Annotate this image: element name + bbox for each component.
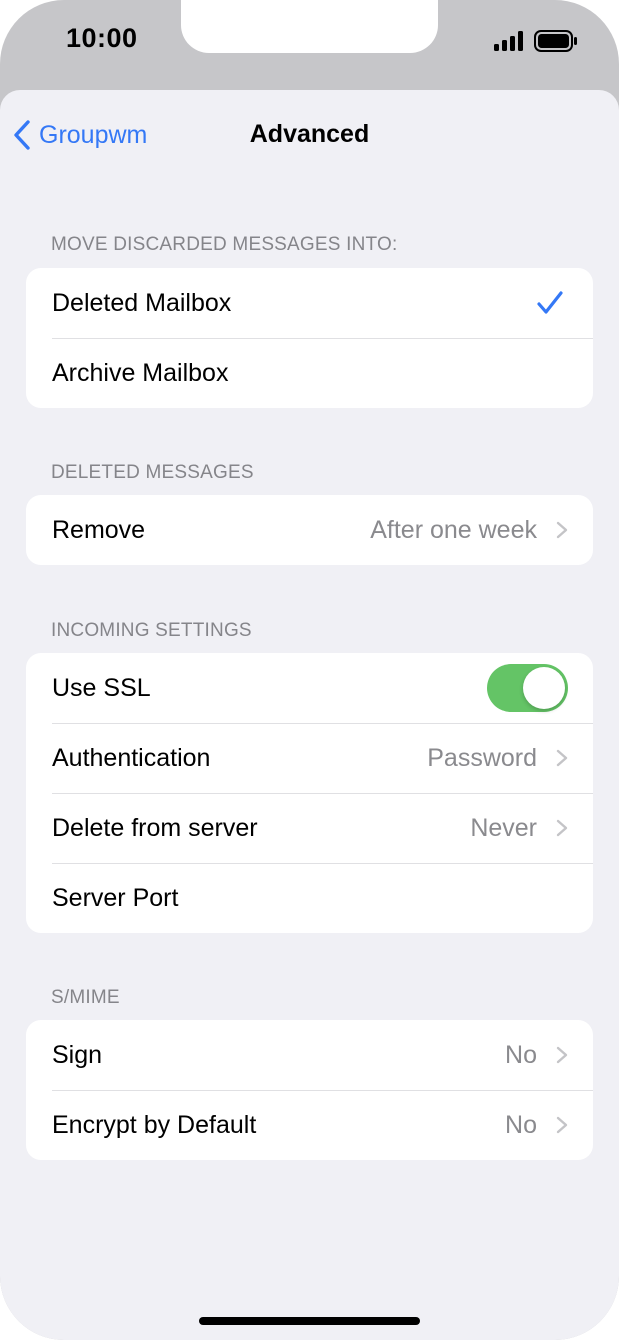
section-header-deleted: DELETED MESSAGES [51, 462, 254, 483]
row-value: No [505, 1110, 537, 1139]
notch [181, 0, 438, 53]
row-sign[interactable]: Sign No [26, 1020, 593, 1090]
row-label: Delete from server [52, 813, 258, 842]
toggle-knob [523, 667, 565, 709]
option-archive-mailbox[interactable]: Archive Mailbox [26, 338, 593, 408]
row-label: Remove [52, 515, 146, 544]
row-label: Use SSL [52, 673, 151, 702]
row-remove[interactable]: Remove After one week [26, 495, 593, 565]
cellular-signal-icon [494, 31, 523, 51]
chevron-right-icon [556, 1046, 568, 1064]
settings-screen: Groupwm Advanced MOVE DISCARDED MESSAGES… [0, 90, 619, 1340]
row-label: Encrypt by Default [52, 1110, 257, 1139]
section-header-smime: S/MIME [51, 987, 120, 1008]
row-server-port[interactable]: Server Port [26, 863, 593, 933]
row-value: Never [470, 813, 537, 842]
row-value: No [505, 1040, 537, 1069]
battery-icon [534, 30, 577, 52]
discarded-destination-group: Deleted Mailbox Archive Mailbox [26, 268, 593, 408]
chevron-right-icon [556, 749, 568, 767]
smime-group: Sign No Encrypt by Default No [26, 1020, 593, 1160]
row-label: Sign [52, 1040, 103, 1069]
chevron-right-icon [556, 1116, 568, 1134]
row-value: After one week [370, 515, 537, 544]
phone-frame: 10:00 Groupwm Advanced MOVE DISCARDED ME… [0, 0, 619, 1340]
row-authentication[interactable]: Authentication Password [26, 723, 593, 793]
incoming-settings-group: Use SSL Authentication Password Delete f… [26, 653, 593, 933]
row-label: Server Port [52, 883, 179, 912]
option-deleted-mailbox[interactable]: Deleted Mailbox [26, 268, 593, 338]
deleted-messages-group: Remove After one week [26, 495, 593, 565]
checkmark-icon [537, 291, 563, 314]
row-use-ssl: Use SSL [26, 653, 593, 723]
row-delete-from-server[interactable]: Delete from server Never [26, 793, 593, 863]
use-ssl-toggle[interactable] [487, 664, 568, 712]
row-encrypt-by-default[interactable]: Encrypt by Default No [26, 1090, 593, 1160]
row-label: Authentication [52, 743, 211, 772]
status-time: 10:00 [66, 23, 138, 53]
chevron-right-icon [556, 521, 568, 539]
status-bar: 10:00 [0, 0, 619, 90]
row-label: Archive Mailbox [52, 358, 229, 387]
row-value: Password [427, 743, 537, 772]
section-header-incoming: INCOMING SETTINGS [51, 620, 252, 641]
chevron-right-icon [556, 819, 568, 837]
page-title: Advanced [249, 120, 370, 148]
row-label: Deleted Mailbox [52, 288, 232, 317]
home-indicator[interactable] [199, 1317, 420, 1325]
section-header-discarded: MOVE DISCARDED MESSAGES INTO: [51, 234, 398, 255]
navigation-bar: Groupwm Advanced [0, 90, 619, 182]
